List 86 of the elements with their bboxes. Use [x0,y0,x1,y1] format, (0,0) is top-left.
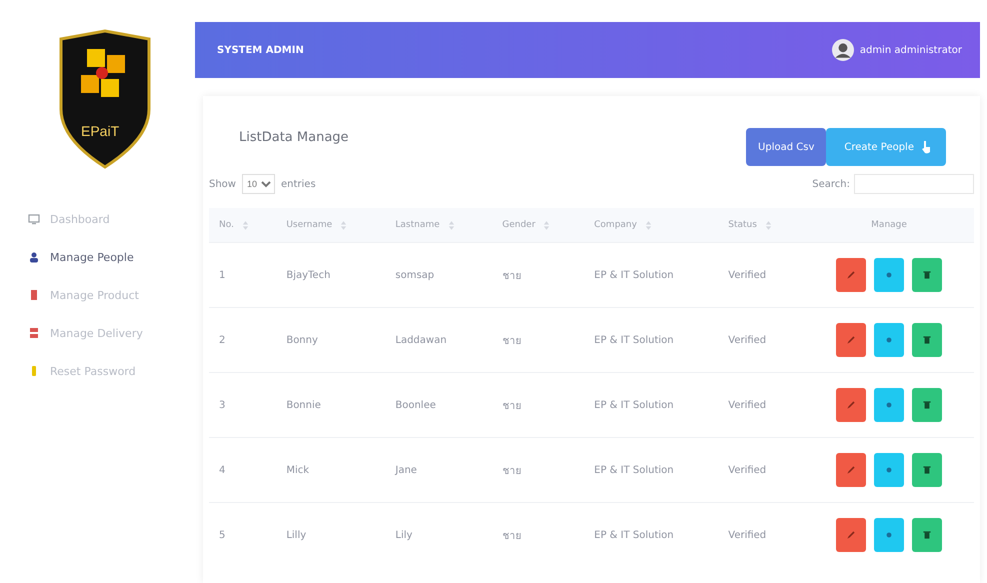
table-cell: Verified [728,464,766,476]
view-button[interactable] [874,323,904,357]
column-header[interactable]: Company [594,220,637,230]
view-button[interactable] [874,453,904,487]
header-title: SYSTEM ADMIN [217,44,304,56]
edit-button[interactable] [836,258,866,292]
sidebar-item[interactable]: Manage People [28,248,195,266]
table-cell: BjayTech [286,270,330,280]
create-button[interactable]: Create People [826,128,946,166]
sidebar-item[interactable]: Reset Password [28,362,195,380]
table-cell: ชาย [502,400,522,412]
edit-button[interactable] [836,518,866,552]
table-cell: 2 [219,334,226,346]
card-title: ListData Manage [239,130,349,144]
delete-button[interactable] [912,453,942,487]
user-name[interactable]: admin administrator [860,44,962,56]
table-cell: ชาย [502,530,522,542]
column-header[interactable]: Manage [871,220,907,230]
table-cell: somsap [395,270,434,280]
trash-icon [921,334,934,346]
delete-button[interactable] [912,258,942,292]
table-cell: 4 [219,464,226,476]
view-button[interactable] [874,518,904,552]
sort-icon[interactable] [543,220,550,230]
column-header[interactable]: Lastname [395,220,440,230]
pencil-icon [845,334,858,346]
avatar-icon[interactable] [832,39,854,61]
table-cell: Jane [395,464,417,476]
table-cell: Mick [286,464,310,476]
view-button[interactable] [874,388,904,422]
edit-button[interactable] [836,323,866,357]
sort-icon[interactable] [340,220,348,230]
delete-button[interactable] [912,388,942,422]
column-header[interactable]: Gender [502,220,536,230]
table-cell: ชาย [502,466,522,476]
table-cell: EP & IT Solution [594,464,674,476]
sidebar-item[interactable]: Manage Product [28,286,195,304]
pencil-icon [845,529,858,541]
view-button[interactable] [874,258,904,292]
table-cell: EP & IT Solution [594,270,674,280]
entries-select[interactable]: 10 [242,174,275,194]
upload-button[interactable]: Upload Csv [746,128,826,166]
table-cell: EP & IT Solution [594,400,674,410]
trash-icon [921,399,934,411]
logo-text: EPaiT [81,123,120,139]
show-label: Show [209,178,236,190]
table-cell: Lilly [286,530,306,540]
delete-button[interactable] [912,518,942,552]
pencil-icon [845,269,858,281]
table-cell: Verified [728,270,766,280]
entries-label: entries [280,178,316,190]
sidebar-item[interactable]: Dashboard [28,210,195,228]
table-cell: EP & IT Solution [594,530,674,540]
trash-icon [921,529,934,541]
column-header[interactable]: Username [286,220,332,230]
pencil-icon [845,399,858,411]
edit-button[interactable] [836,388,866,422]
table-cell: Lily [395,530,412,540]
hand-pointer-icon [920,140,932,154]
column-header[interactable]: No. [219,220,234,230]
trash-icon [921,464,934,476]
search-field[interactable] [854,174,974,194]
table-cell: Laddawan [395,334,447,346]
edit-button[interactable] [836,453,866,487]
table-cell: Verified [728,530,766,540]
table-cell: 5 [219,530,226,540]
table-cell: Bonny [286,334,318,346]
pencil-icon [845,464,858,476]
table-cell: EP & IT Solution [594,334,674,346]
trash-icon [921,269,934,281]
sort-icon[interactable] [644,220,652,230]
table-cell: Bonnie [286,400,321,410]
sort-icon[interactable] [242,220,249,230]
column-header[interactable]: Status [728,220,757,230]
sort-icon[interactable] [764,220,772,230]
table-cell: Verified [728,400,766,410]
table-cell: 3 [219,400,226,410]
table-cell: Verified [728,334,766,346]
table-cell: ชาย [502,336,522,346]
sort-icon[interactable] [448,220,455,230]
search-label: Search: [812,178,850,190]
table-cell: ชาย [502,270,522,282]
sidebar-item[interactable]: Manage Delivery [28,324,195,342]
table-cell: Boonlee [395,400,436,410]
delete-button[interactable] [912,323,942,357]
table-cell: 1 [219,270,226,280]
